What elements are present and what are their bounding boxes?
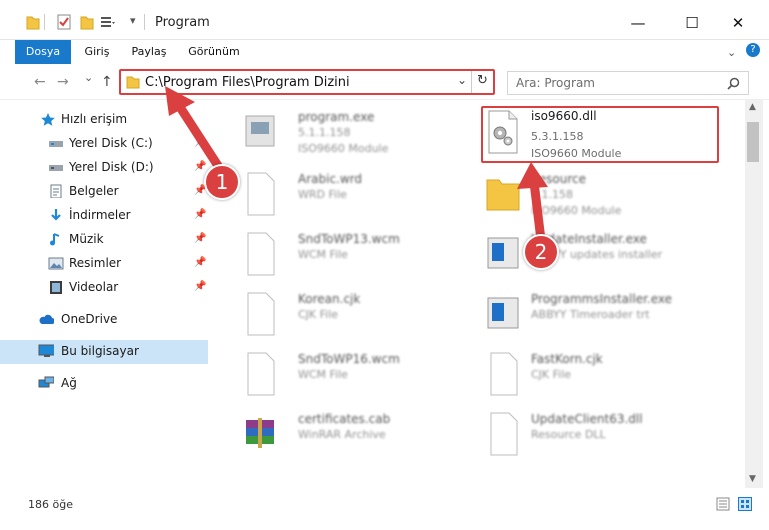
- annotation-arrows: [165, 86, 548, 245]
- step-badge-1: 1: [204, 164, 240, 200]
- step-badge-2: 2: [523, 234, 559, 270]
